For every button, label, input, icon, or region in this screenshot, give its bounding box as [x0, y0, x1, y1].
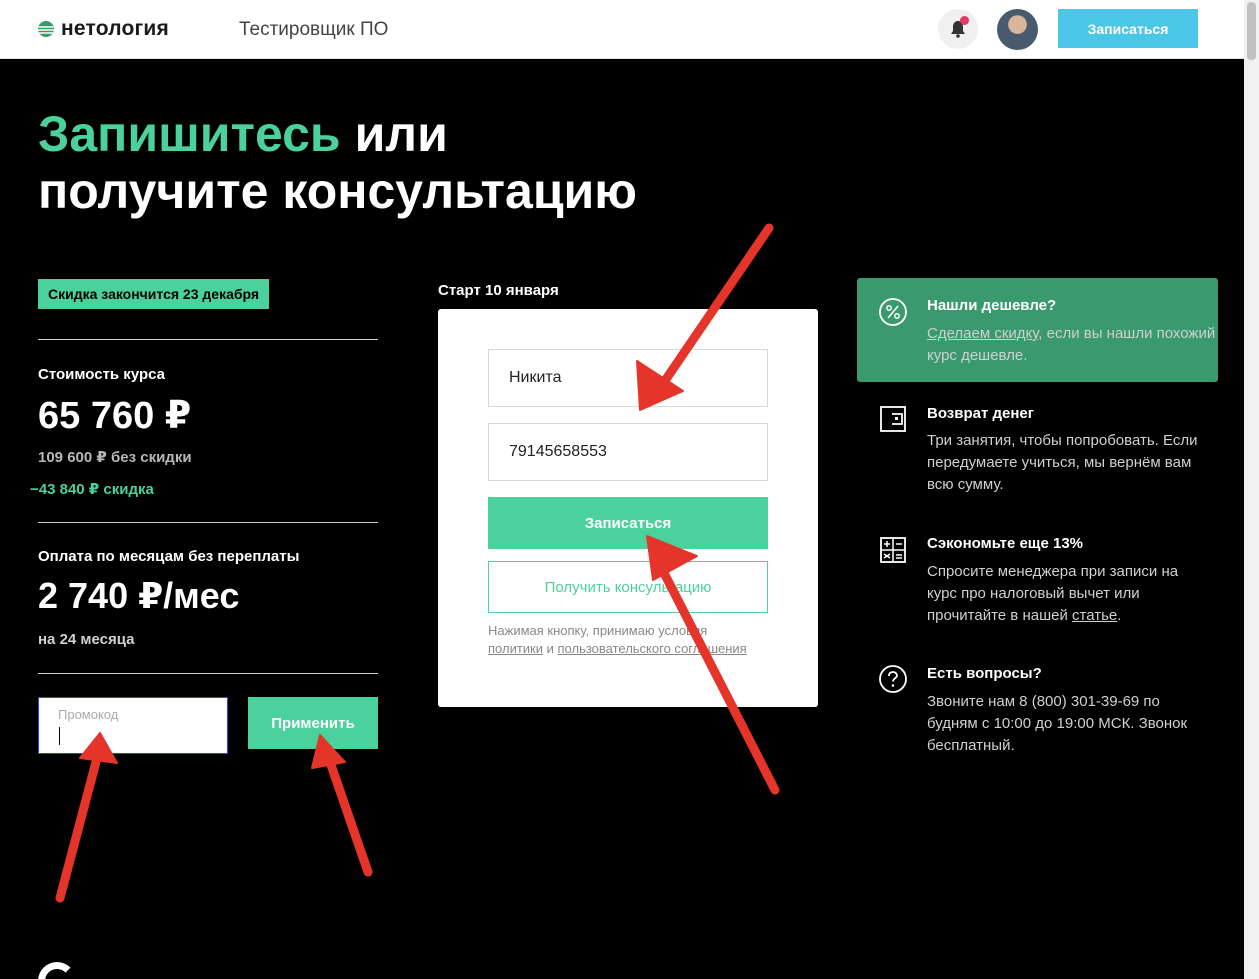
- price-label: Стоимость курса: [38, 366, 165, 383]
- save-text-end: .: [1117, 607, 1122, 624]
- page-title: Запишитесь или получите консультацию: [38, 106, 637, 220]
- scrollbar-track[interactable]: [1244, 0, 1259, 979]
- discount-badge: Скидка закончится 23 декабря: [38, 279, 270, 309]
- old-price: 109 600 ₽ без скидки: [38, 449, 192, 466]
- notifications-button[interactable]: [938, 9, 978, 49]
- questions-text: Звоните нам 8 (800) 301-39-69 по будням …: [927, 693, 1188, 754]
- title-accent: Запишитесь: [38, 106, 341, 162]
- save-text: Спросите менеджера при записи на курс пр…: [927, 561, 1202, 627]
- title-line2: получите консультацию: [38, 163, 637, 219]
- agreement-prefix: Нажимая кнопку, принимаю условия: [488, 623, 708, 638]
- logo[interactable]: нетология: [37, 17, 169, 41]
- next-section-glyph: [38, 962, 76, 979]
- logo-text: нетология: [61, 17, 169, 40]
- refund-text: Три занятия, чтобы попробовать. Если пер…: [927, 432, 1198, 493]
- divider: [38, 673, 378, 674]
- monthly-price: 2 740 ₽/мес: [38, 575, 240, 616]
- monthly-term: на 24 месяца: [38, 631, 135, 648]
- promo-code-input[interactable]: Промокод: [38, 697, 228, 754]
- monthly-label: Оплата по месяцам без переплаты: [38, 548, 300, 565]
- annotation-arrow-apply: [311, 734, 373, 877]
- article-link[interactable]: статье: [1072, 607, 1117, 624]
- divider: [38, 522, 378, 523]
- divider: [38, 339, 378, 340]
- header-signup-button[interactable]: Записаться: [1058, 9, 1198, 48]
- scrollbar-thumb[interactable]: [1247, 2, 1256, 60]
- annotation-arrow-promo: [55, 732, 118, 903]
- cheaper-title: Нашли дешевле?: [927, 297, 1057, 314]
- apply-promo-button[interactable]: Применить: [248, 697, 378, 749]
- promo-placeholder: Промокод: [58, 707, 119, 722]
- consultation-button[interactable]: Получить консультацию: [488, 561, 768, 613]
- signup-button[interactable]: Записаться: [488, 497, 768, 549]
- title-line1-rest: или: [340, 106, 448, 162]
- save-title: Сэкономьте еще 13%: [927, 535, 1083, 552]
- text-caret: [59, 727, 60, 745]
- course-price: 65 760 ₽: [38, 395, 192, 437]
- refund-title: Возврат денег: [927, 405, 1035, 422]
- calculator-icon: [880, 537, 906, 563]
- save-text-body: Спросите менеджера при записи на курс пр…: [927, 563, 1179, 624]
- policy-link[interactable]: политики: [488, 641, 543, 656]
- user-agreement-link[interactable]: пользовательского соглашения: [558, 641, 747, 656]
- discount-link[interactable]: Сделаем скидку: [927, 325, 1038, 342]
- avatar[interactable]: [997, 9, 1038, 50]
- agreement-and: и: [543, 641, 558, 656]
- wallet-icon: [880, 406, 906, 432]
- questions-title: Есть вопросы?: [927, 665, 1042, 682]
- notification-dot: [960, 16, 969, 25]
- cheaper-text: Сделаем скидку, если вы нашли похожий ку…: [927, 323, 1217, 367]
- start-date: Старт 10 января: [438, 282, 559, 299]
- course-name[interactable]: Тестировщик ПО: [239, 19, 388, 41]
- phone-field[interactable]: 79145658553: [488, 423, 768, 481]
- logo-icon: [38, 21, 54, 37]
- site-header: нетология Тестировщик ПО Записаться: [0, 0, 1259, 59]
- question-icon: [879, 665, 907, 693]
- agreement-text: Нажимая кнопку, принимаю условия политик…: [488, 622, 778, 658]
- percent-icon: [879, 298, 907, 326]
- discount-amount: −43 840 ₽ скидка: [30, 481, 154, 498]
- name-field[interactable]: Никита: [488, 349, 768, 407]
